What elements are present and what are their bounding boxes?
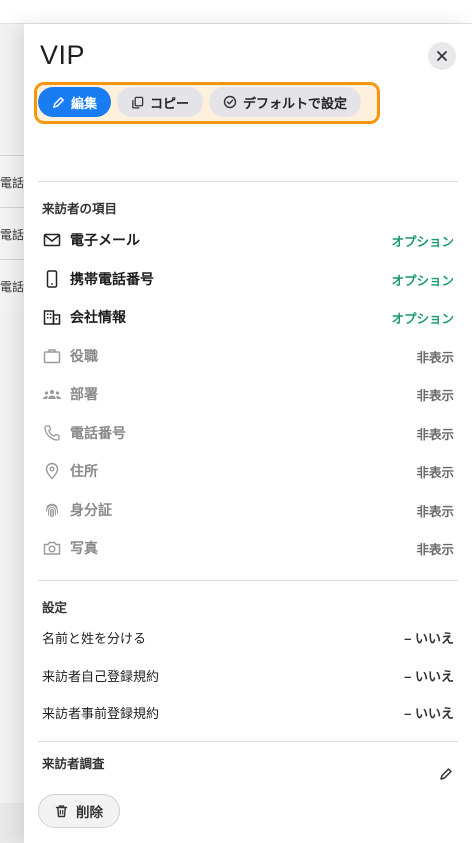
camera-icon xyxy=(43,541,61,555)
check-circle-icon xyxy=(223,95,237,109)
setting-label: 来訪者自己登録規約 xyxy=(42,668,160,684)
panel-title: VIP xyxy=(40,40,86,70)
setting-value: – いいえ xyxy=(404,630,454,646)
setting-row-split-name: 名前と姓を分ける – いいえ xyxy=(42,626,454,648)
divider xyxy=(38,580,458,581)
field-status: オプション xyxy=(391,273,454,288)
field-status: 非表示 xyxy=(416,388,454,403)
background-row-label: 電話 xyxy=(0,280,25,294)
background-row-label: 電話 xyxy=(0,176,25,190)
edit-button[interactable]: 編集 xyxy=(38,87,112,117)
building-icon xyxy=(43,310,61,325)
delete-button[interactable]: 削除 xyxy=(38,794,120,828)
settings-section-title: 設定 xyxy=(42,601,68,615)
field-row-department[interactable]: 部署 非表示 xyxy=(42,382,454,406)
mobile-phone-icon xyxy=(46,270,58,288)
field-status: 非表示 xyxy=(416,427,454,442)
field-row-id[interactable]: 身分証 非表示 xyxy=(42,498,454,522)
field-label: 住所 xyxy=(70,463,98,479)
phone-icon xyxy=(44,425,60,441)
fingerprint-icon xyxy=(45,503,59,518)
field-label: 身分証 xyxy=(70,502,112,518)
setting-row-self-registration-terms: 来訪者自己登録規約 – いいえ xyxy=(42,664,454,686)
setting-label: 名前と姓を分ける xyxy=(42,630,147,646)
visitor-fields-section-title: 来訪者の項目 xyxy=(42,202,118,216)
field-status: オプション xyxy=(391,234,454,249)
field-label: 電話番号 xyxy=(70,425,126,441)
briefcase-icon xyxy=(43,349,61,364)
setting-value: – いいえ xyxy=(404,705,454,721)
setting-label: 来訪者事前登録規約 xyxy=(42,705,160,721)
setting-row-preregistration-terms: 来訪者事前登録規約 – いいえ xyxy=(42,701,454,723)
background-row-label: 電話 xyxy=(0,228,25,242)
edit-button-label: 編集 xyxy=(71,95,98,111)
delete-button-label: 削除 xyxy=(76,805,103,820)
field-label: 役職 xyxy=(70,348,98,364)
background-top-bar xyxy=(0,0,472,24)
field-label: 部署 xyxy=(70,386,98,402)
field-row-email[interactable]: 電子メール オプション xyxy=(42,228,454,252)
field-label: 電子メール xyxy=(70,232,140,248)
field-label: 写真 xyxy=(70,540,98,556)
field-status: 非表示 xyxy=(416,465,454,480)
survey-section-title: 来訪者調査 xyxy=(42,757,105,771)
copy-button[interactable]: コピー xyxy=(117,87,204,117)
location-pin-icon xyxy=(45,462,59,480)
copy-icon xyxy=(132,96,144,109)
field-row-photo[interactable]: 写真 非表示 xyxy=(42,536,454,560)
pencil-icon xyxy=(53,96,64,108)
close-button[interactable] xyxy=(428,42,456,70)
field-status: 非表示 xyxy=(416,350,454,365)
trash-icon xyxy=(55,805,68,818)
action-button-group: 編集 コピー デフォルトで設定 xyxy=(38,87,362,119)
mail-icon xyxy=(43,233,61,247)
divider xyxy=(38,741,458,742)
copy-button-label: コピー xyxy=(150,95,190,111)
close-icon xyxy=(437,51,447,61)
field-status: オプション xyxy=(391,311,454,326)
pencil-icon xyxy=(440,768,452,780)
setting-value: – いいえ xyxy=(404,668,454,684)
field-row-job-title[interactable]: 役職 非表示 xyxy=(42,344,454,368)
set-default-button-label: デフォルトで設定 xyxy=(243,95,348,111)
divider xyxy=(38,181,458,182)
field-row-phone[interactable]: 電話番号 非表示 xyxy=(42,421,454,445)
field-row-mobile-phone[interactable]: 携帯電話番号 オプション xyxy=(42,267,454,291)
field-label: 携帯電話番号 xyxy=(70,271,154,287)
set-default-button[interactable]: デフォルトで設定 xyxy=(209,87,362,117)
survey-edit-button[interactable] xyxy=(436,764,456,784)
vip-detail-panel: VIP 編集 コピー デフォルトで設定 来訪者の項目 電子メール オプション 携… xyxy=(24,24,472,843)
field-status: 非表示 xyxy=(416,542,454,557)
field-label: 会社情報 xyxy=(70,309,126,325)
field-row-company[interactable]: 会社情報 オプション xyxy=(42,305,454,329)
field-status: 非表示 xyxy=(416,504,454,519)
field-row-address[interactable]: 住所 非表示 xyxy=(42,459,454,483)
team-icon xyxy=(43,390,61,399)
